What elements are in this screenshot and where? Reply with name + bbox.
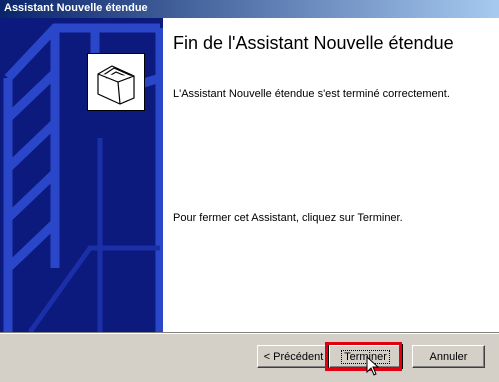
wizard-side-panel: [0, 18, 163, 332]
cancel-button-label: Annuler: [429, 350, 468, 363]
wizard-content: Fin de l'Assistant Nouvelle étendue L'As…: [163, 18, 499, 332]
separator-highlight: [0, 333, 499, 334]
folders-icon: [87, 53, 145, 111]
title-bar: Assistant Nouvelle étendue: [0, 0, 499, 18]
window-title: Assistant Nouvelle étendue: [4, 2, 148, 14]
mouse-pointer-icon: [366, 356, 380, 376]
completion-message: L'Assistant Nouvelle étendue s'est termi…: [173, 88, 450, 100]
close-instruction: Pour fermer cet Assistant, cliquez sur T…: [173, 212, 403, 224]
back-button-label: < Précédent: [263, 350, 324, 363]
page-title: Fin de l'Assistant Nouvelle étendue: [173, 33, 454, 53]
back-button[interactable]: < Précédent: [257, 345, 330, 368]
cancel-button[interactable]: Annuler: [412, 345, 485, 368]
